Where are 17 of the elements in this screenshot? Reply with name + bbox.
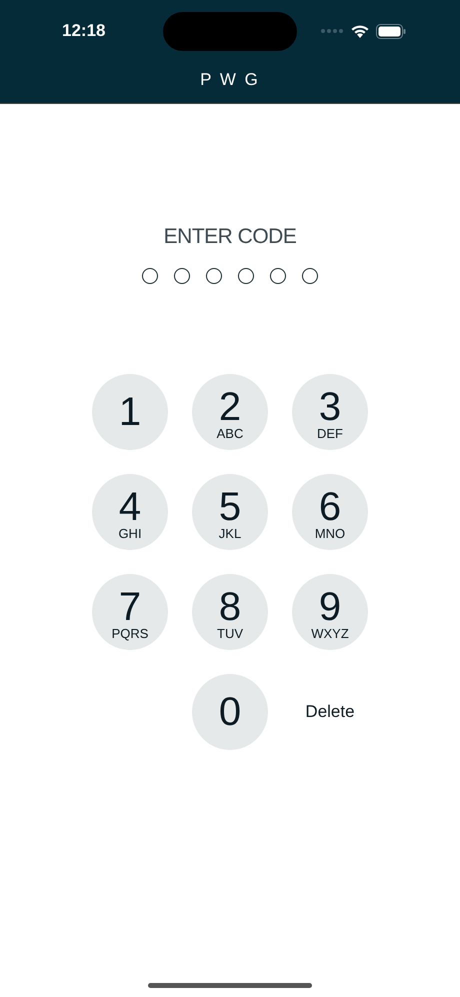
enter-code-label: ENTER CODE bbox=[164, 225, 296, 249]
keypad-key[interactable]: 4 GHI bbox=[92, 474, 168, 550]
keypad-key[interactable]: 6 MNO bbox=[292, 474, 368, 550]
keypad-key[interactable]: 1 bbox=[92, 374, 168, 450]
keypad-key[interactable]: 8 TUV bbox=[192, 574, 268, 650]
keypad-key[interactable]: 2 ABC bbox=[192, 374, 268, 450]
keypad-key[interactable]: 3 DEF bbox=[292, 374, 368, 450]
battery-icon bbox=[376, 24, 406, 38]
delete-button[interactable]: Delete bbox=[301, 698, 359, 726]
keypad-key[interactable]: 0 bbox=[192, 674, 268, 750]
signal-icon bbox=[320, 28, 344, 34]
app-title: P W G bbox=[200, 70, 260, 90]
wifi-icon bbox=[350, 24, 370, 38]
keypad-key[interactable]: 7 PQRS bbox=[92, 574, 168, 650]
keypad-key[interactable]: 9 WXYZ bbox=[292, 574, 368, 650]
status-time: 12:18 bbox=[62, 21, 106, 41]
keypad-key[interactable]: 5 JKL bbox=[192, 474, 268, 550]
